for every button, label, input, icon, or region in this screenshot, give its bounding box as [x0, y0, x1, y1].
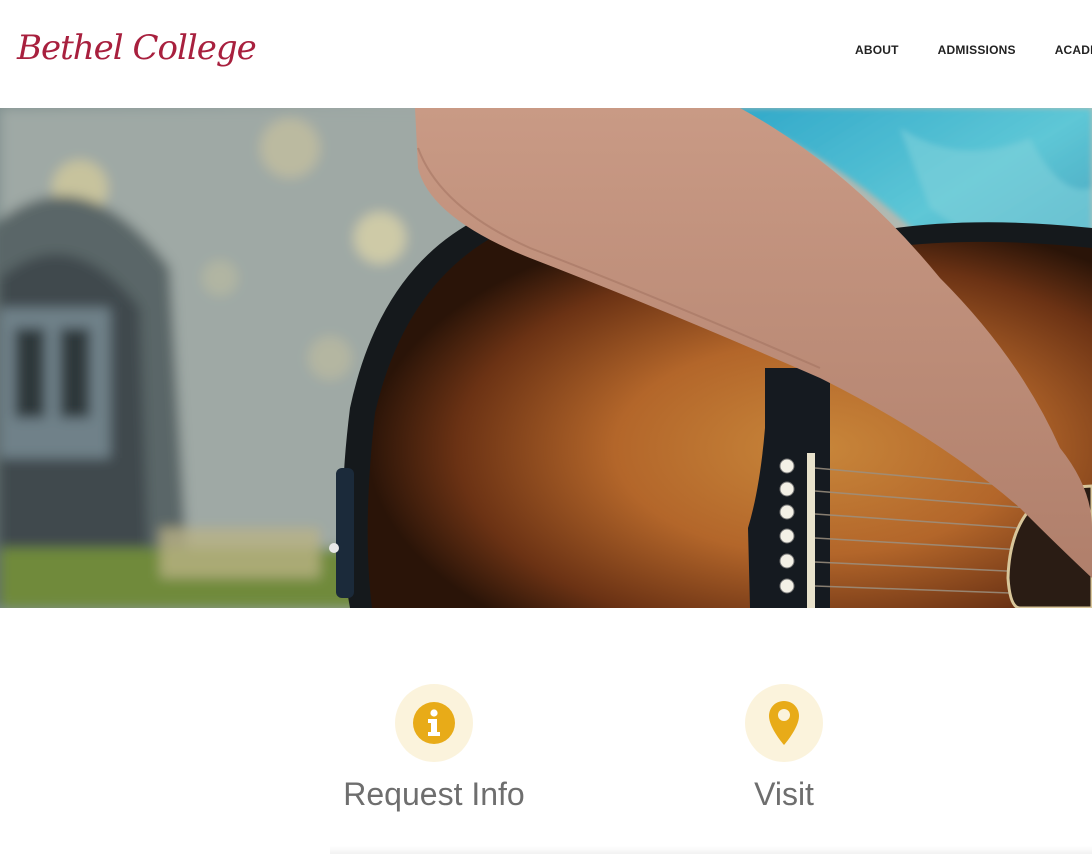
guitar-player-photo — [0, 108, 1092, 608]
request-info-action[interactable]: Request Info — [314, 684, 554, 813]
map-pin-icon — [769, 701, 799, 745]
main-nav: ABOUT ADMISSIONS ACADEMICS — [855, 43, 1092, 57]
visit-label[interactable]: Visit — [664, 776, 904, 813]
visit-circle[interactable] — [745, 684, 823, 762]
hero-image — [0, 108, 1092, 608]
section-divider-shadow — [330, 846, 1092, 854]
info-icon — [413, 702, 455, 744]
nav-item-academics[interactable]: ACADEMICS — [1055, 43, 1092, 57]
site-header: Bethel College ABOUT ADMISSIONS ACADEMIC… — [0, 0, 1092, 108]
college-logo[interactable]: Bethel College — [17, 28, 257, 68]
nav-item-about[interactable]: ABOUT — [855, 43, 899, 57]
visit-action[interactable]: Visit — [664, 684, 904, 813]
quick-actions: Request Info Visit — [0, 608, 1092, 854]
request-info-circle[interactable] — [395, 684, 473, 762]
request-info-label[interactable]: Request Info — [314, 776, 554, 813]
nav-item-admissions[interactable]: ADMISSIONS — [938, 43, 1016, 57]
